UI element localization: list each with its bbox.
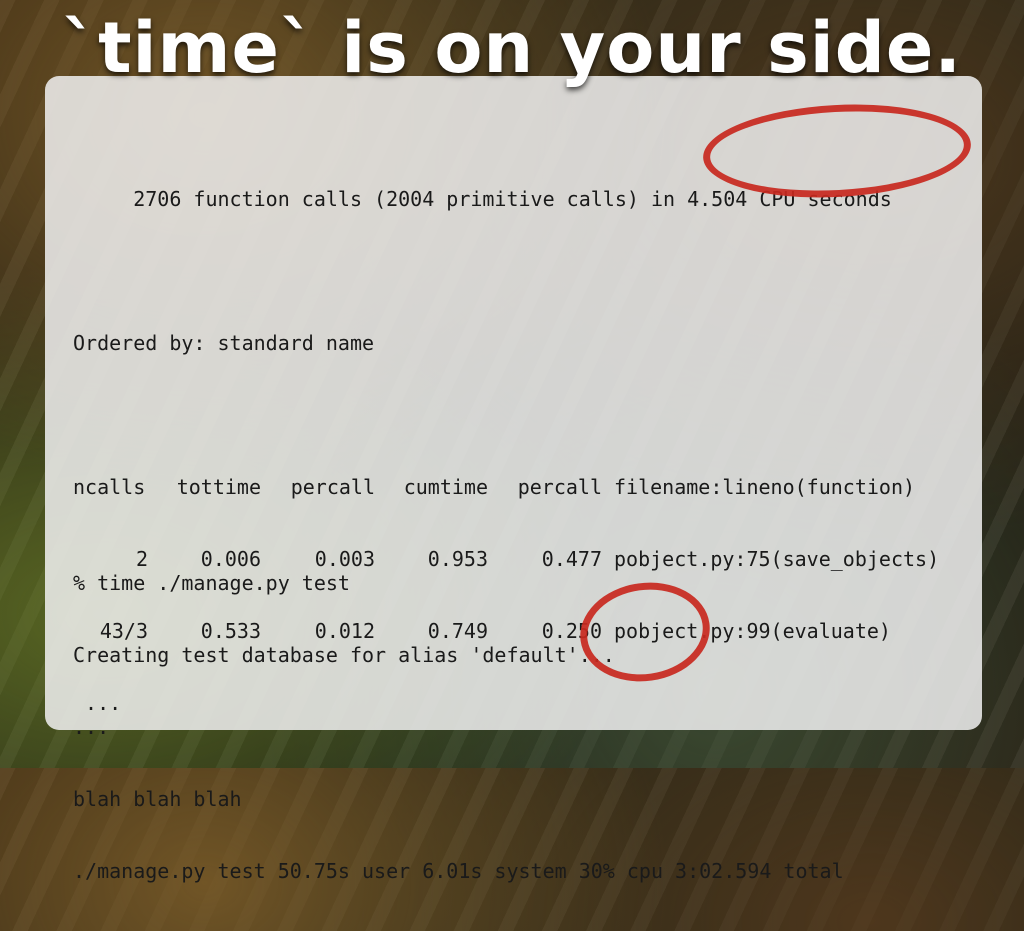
col-ncalls: ncalls	[73, 475, 146, 499]
time-output-line: ...	[73, 715, 110, 739]
col-percall: percall	[290, 475, 375, 499]
col-cumtime: cumtime	[403, 475, 488, 499]
time-command: % time ./manage.py test	[73, 571, 350, 595]
time-summary-line: ./manage.py test 50.75s user 6.01s syste…	[73, 859, 844, 883]
col-filename: filename:lineno(function)	[614, 475, 916, 499]
col-tottime: tottime	[176, 475, 261, 499]
ordered-by: Ordered by: standard name	[73, 331, 375, 355]
slide-title: `time` is on your side.	[62, 7, 962, 89]
time-output: % time ./manage.py test Creating test da…	[73, 523, 844, 931]
time-output-line: blah blah blah	[73, 787, 242, 811]
table-header: ncalls tottime percall cumtime percall f…	[73, 475, 939, 499]
col-percall-2: percall	[517, 475, 602, 499]
time-output-line: Creating test database for alias 'defaul…	[73, 643, 615, 667]
